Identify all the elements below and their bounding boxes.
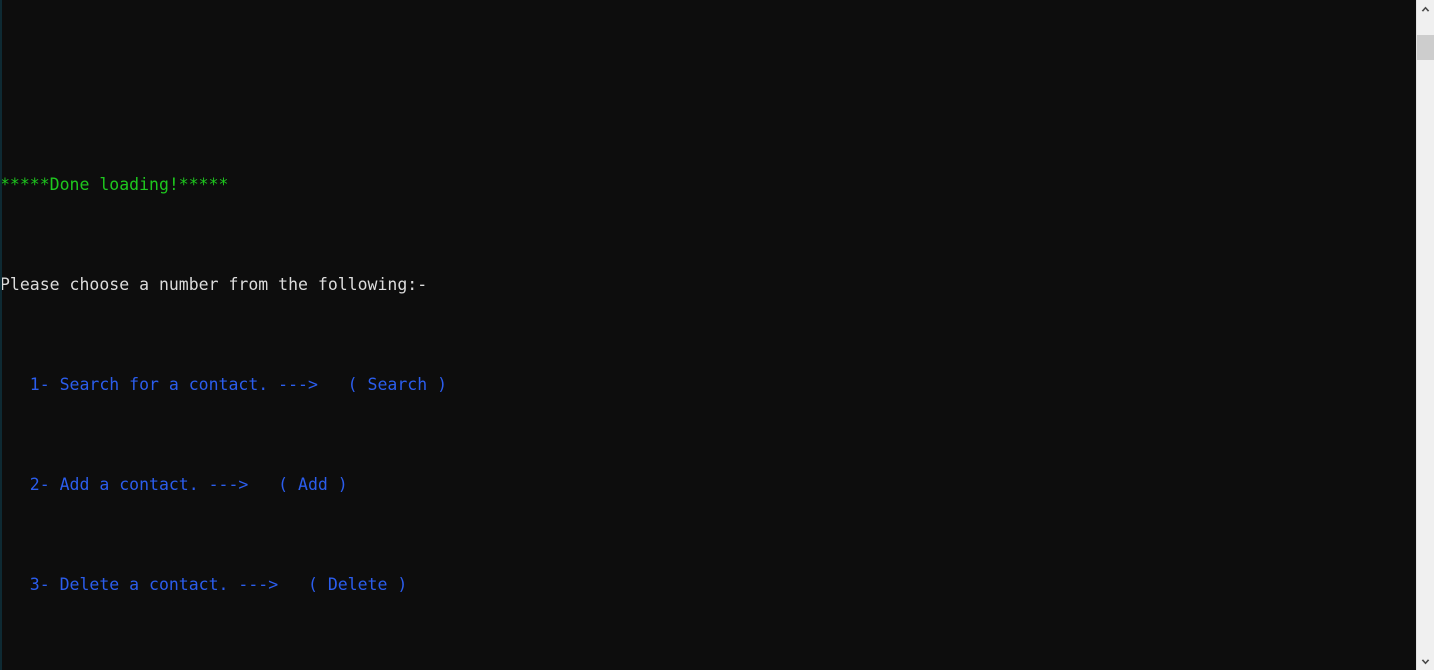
chevron-up-icon (1421, 6, 1430, 12)
scrollbar-thumb[interactable] (1417, 35, 1434, 60)
vertical-scrollbar[interactable] (1416, 0, 1434, 670)
scroll-down-button[interactable] (1417, 653, 1434, 670)
line-done-loading: *****Done loading!***** (0, 175, 229, 194)
menu-item-search: 1- Search for a contact. ---> ( Search ) (0, 375, 448, 394)
menu-item-add: 2- Add a contact. ---> ( Add ) (0, 475, 348, 494)
line-prompt-header: Please choose a number from the followin… (0, 275, 428, 294)
left-edge-rule (0, 0, 2, 670)
console-window: *****Done loading!***** Please choose a … (0, 0, 1434, 670)
menu-item-delete: 3- Delete a contact. ---> ( Delete ) (0, 575, 408, 594)
console-text-buffer: *****Done loading!***** Please choose a … (0, 97, 1416, 670)
chevron-down-icon (1421, 658, 1430, 665)
scroll-up-button[interactable] (1417, 0, 1434, 17)
scrollbar-track[interactable] (1417, 17, 1434, 653)
console-output-area[interactable]: *****Done loading!***** Please choose a … (0, 0, 1416, 670)
